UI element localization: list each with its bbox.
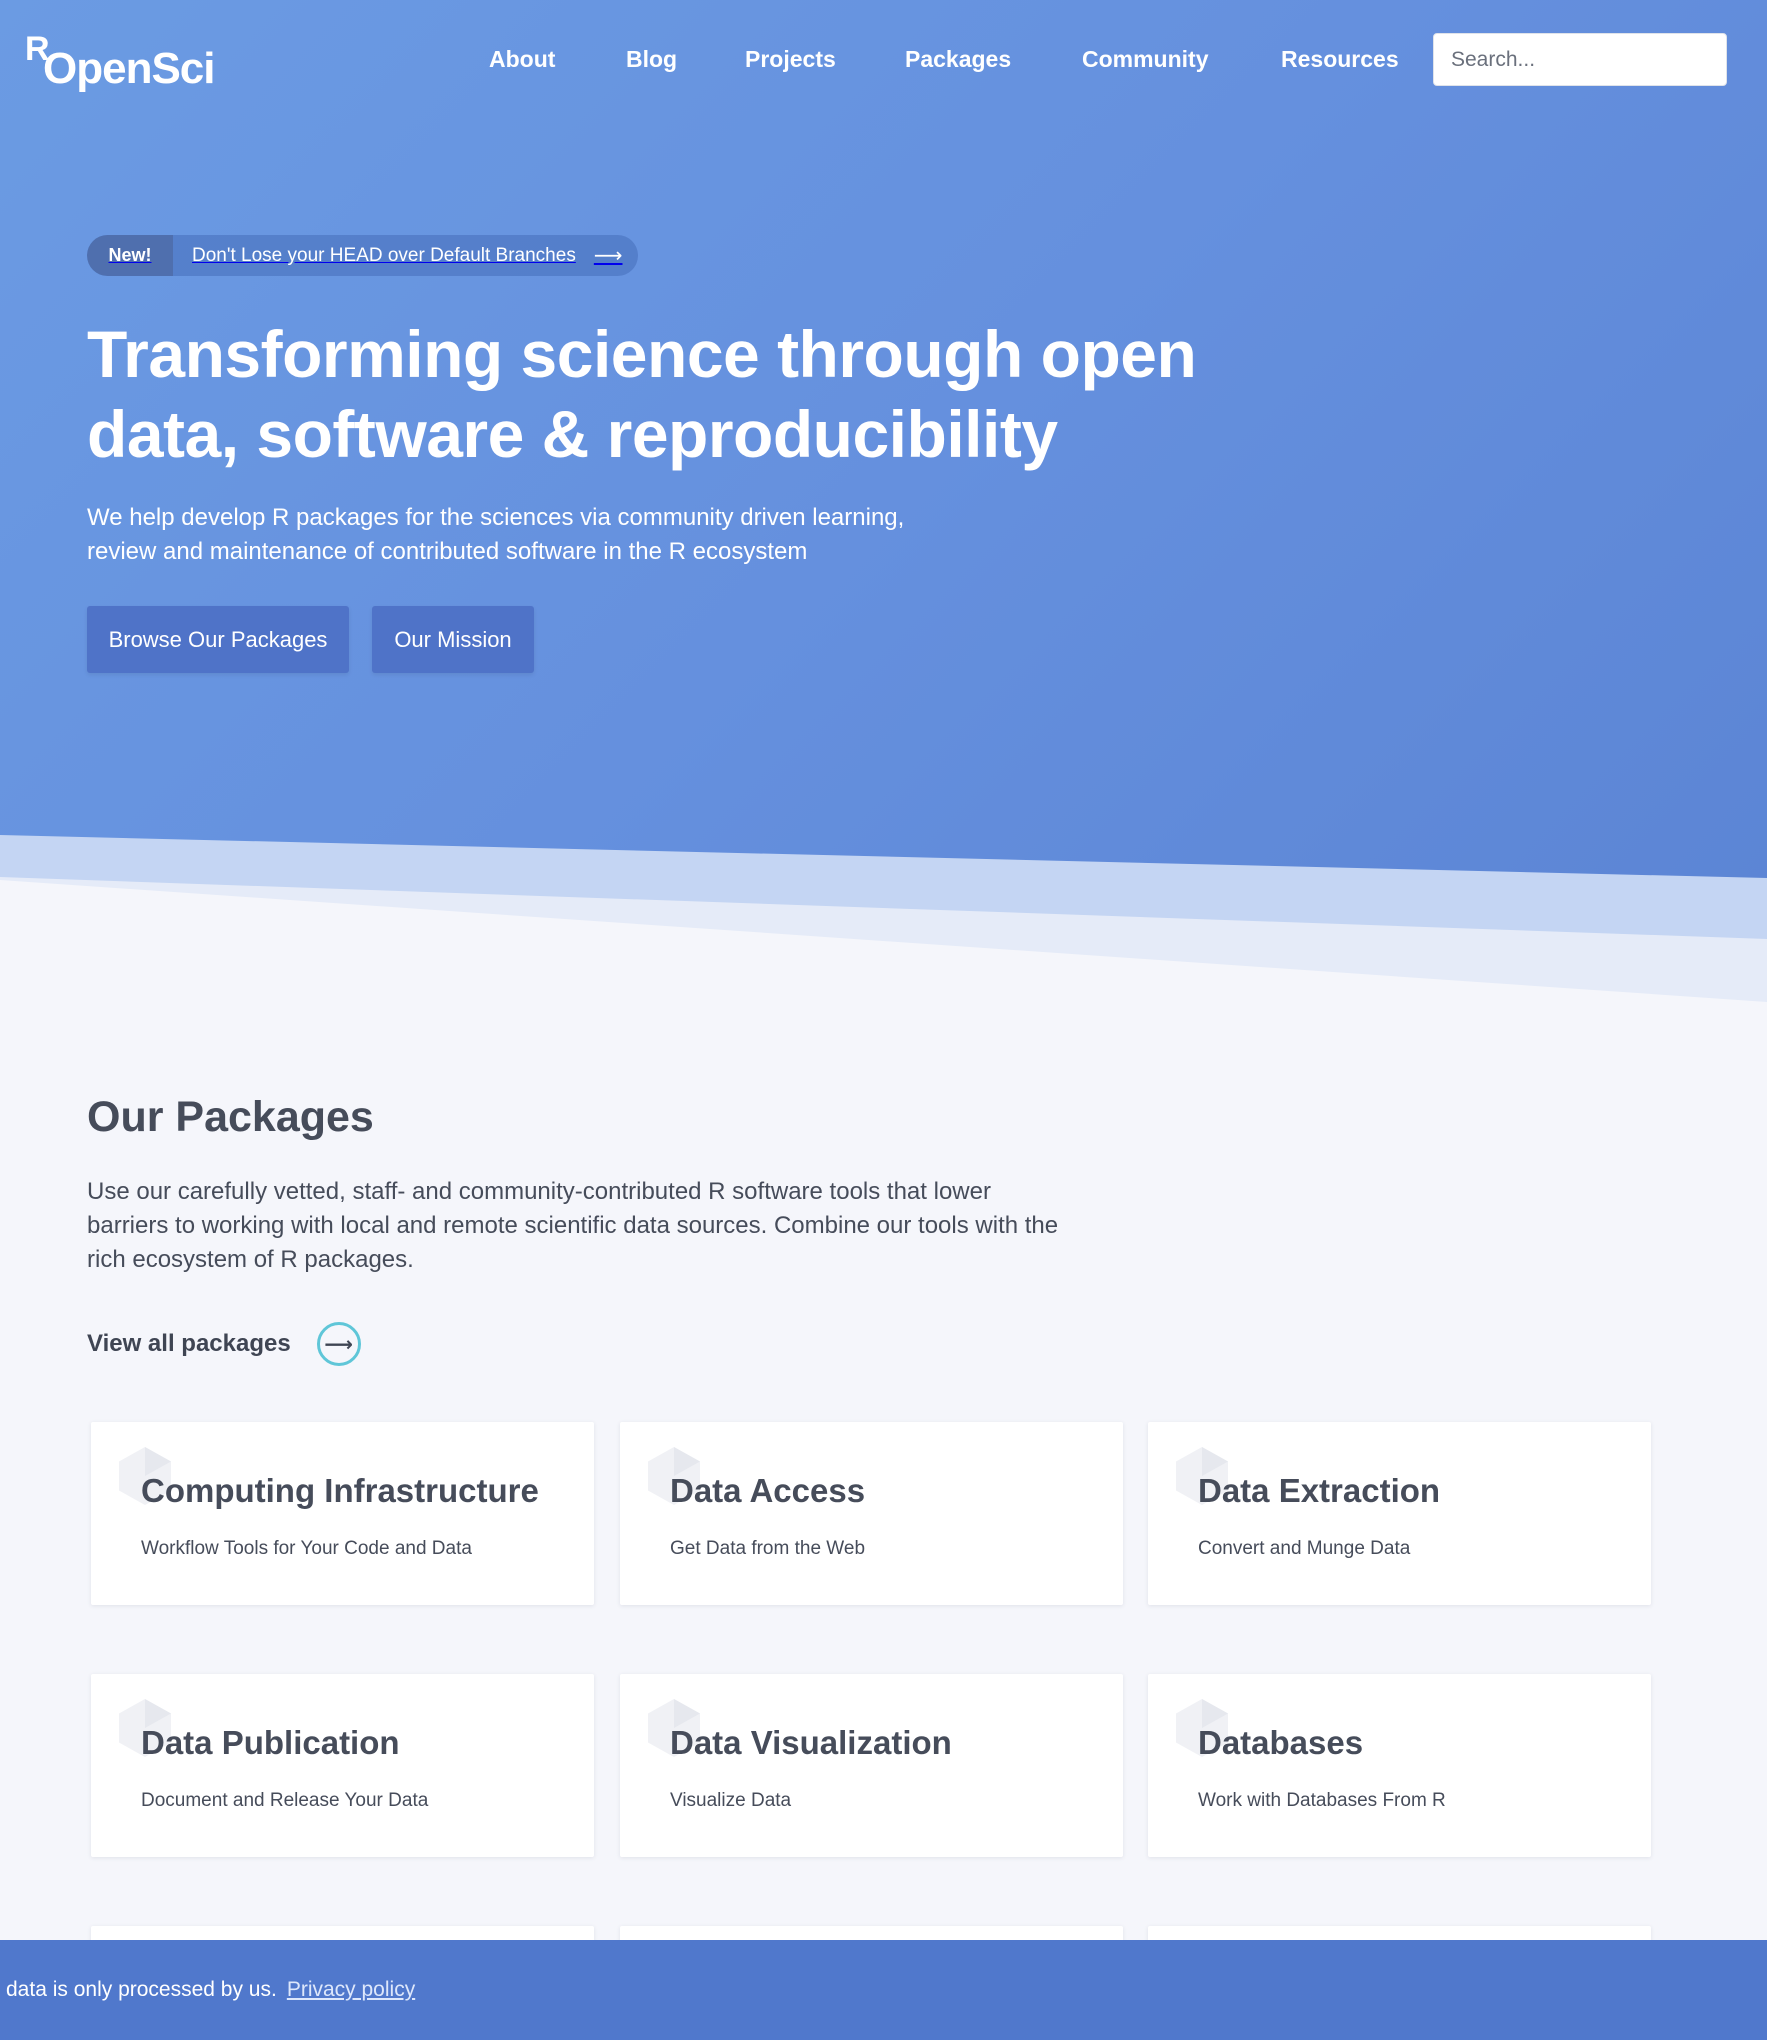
nav-resources[interactable]: Resources [1281,46,1399,73]
card-title: Data Extraction [1198,1472,1441,1509]
card-title: Data Publication [141,1724,400,1761]
card-description: Visualize Data [670,1790,792,1811]
hero-wave-decoration [0,835,1767,1010]
card-title: Databases [1198,1724,1364,1761]
card-description: Document and Release Your Data [141,1790,429,1811]
browse-packages-button[interactable]: Browse Our Packages [87,606,349,673]
logo-text: OpenSci [43,44,215,93]
nav-projects[interactable]: Projects [745,46,836,73]
hero-title-line-1: Transforming science through open [87,317,1197,391]
search-input[interactable] [1433,33,1727,86]
card-description: Work with Databases From R [1198,1790,1446,1811]
category-card-computing-infrastructure[interactable]: Computing Infrastructure Workflow Tools … [91,1422,594,1605]
view-all-packages-link[interactable]: View all packages ⟶ [87,1322,361,1366]
category-card-data-visualization[interactable]: Data Visualization Visualize Data [620,1674,1123,1857]
category-card-data-publication[interactable]: Data Publication Document and Release Yo… [91,1674,594,1857]
cookie-consent-bar: data is only processed by us. Privacy po… [0,1940,1767,2040]
announcement-pill[interactable]: New! Don't Lose your HEAD over Default B… [87,235,638,276]
ropensci-logo[interactable]: R OpenSci [25,30,215,96]
hero-subtitle-line-2: review and maintenance of contributed so… [87,538,808,565]
card-title: Data Visualization [670,1724,952,1761]
arrow-right-icon: ⟶ [593,245,623,267]
card-description: Get Data from the Web [670,1538,866,1559]
top-navbar: R OpenSci About Blog Projects Packages C… [0,0,1767,120]
card-title: Data Access [670,1472,866,1509]
card-description: Convert and Munge Data [1198,1538,1411,1559]
nav-community[interactable]: Community [1082,46,1209,73]
packages-section-title: Our Packages [87,1093,374,1141]
cookie-text: data is only processed by us. [6,1978,277,2001]
packages-description-line-2: barriers to working with local and remot… [87,1212,1059,1239]
nav-blog[interactable]: Blog [626,46,677,73]
category-card-data-extraction[interactable]: Data Extraction Convert and Munge Data [1148,1422,1651,1605]
category-card-databases[interactable]: Databases Work with Databases From R [1148,1674,1651,1857]
packages-description-line-3: rich ecosystem of R packages. [87,1246,414,1273]
announcement-text: Don't Lose your HEAD over Default Branch… [192,244,576,266]
hero-title: Transforming science through open data, … [87,314,1287,474]
view-all-label: View all packages [87,1330,291,1357]
nav-packages[interactable]: Packages [905,46,1011,73]
card-description: Workflow Tools for Your Code and Data [141,1538,472,1559]
hero-subtitle: We help develop R packages for the scien… [87,501,987,569]
privacy-policy-link[interactable]: Privacy policy [287,1978,415,2002]
card-title: Computing Infrastructure [141,1472,539,1509]
nav-about[interactable]: About [489,46,555,73]
our-mission-button[interactable]: Our Mission [372,606,534,673]
hero-subtitle-line-1: We help develop R packages for the scien… [87,504,905,531]
packages-description-line-1: Use our carefully vetted, staff- and com… [87,1178,991,1205]
category-card-data-access[interactable]: Data Access Get Data from the Web [620,1422,1123,1605]
circle-arrow-right-icon: ⟶ [316,1322,361,1366]
hero-title-line-2: data, software & reproducibility [87,397,1058,471]
packages-description: Use our carefully vetted, staff- and com… [87,1175,1127,1277]
new-badge: New! [87,235,173,276]
